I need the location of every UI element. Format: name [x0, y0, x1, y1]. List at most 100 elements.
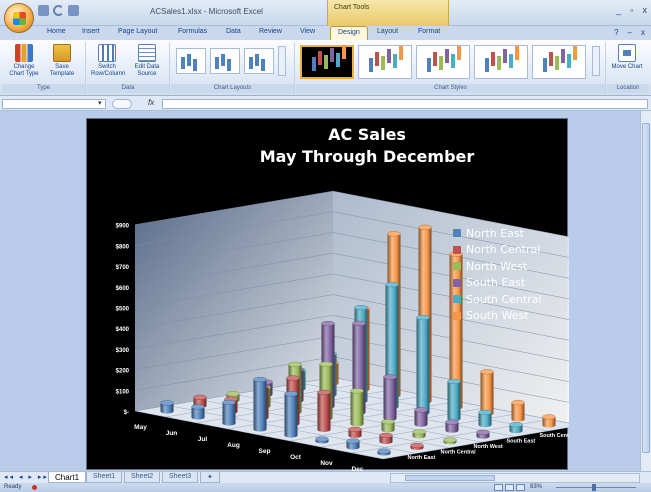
tab-insert[interactable]: Insert: [82, 28, 100, 35]
save-template-button[interactable]: Save Template: [46, 44, 78, 78]
column-north-east-dec: [377, 448, 391, 456]
sheet-tab-sheet3[interactable]: Sheet3: [162, 472, 199, 483]
legend-item[interactable]: North Central: [453, 242, 542, 259]
horizontal-scrollbar[interactable]: [390, 473, 640, 483]
tab-page-layout[interactable]: Page Layout: [118, 28, 157, 35]
vertical-scroll-thumb[interactable]: [642, 123, 650, 453]
tab-home[interactable]: Home: [47, 28, 66, 35]
legend-label: North Central: [466, 243, 541, 257]
chart-layouts-more-arrow-icon[interactable]: [278, 46, 286, 76]
vertical-scrollbar[interactable]: [640, 111, 651, 471]
y-tick-label: $100: [116, 389, 130, 395]
y-tick-label: $-: [124, 410, 129, 416]
change-chart-type-button[interactable]: Change Chart Type: [8, 44, 40, 78]
formula-input[interactable]: [162, 99, 648, 109]
zoom-slider-knob[interactable]: [592, 484, 596, 491]
ribbon-minimize-icon[interactable]: –: [628, 28, 632, 37]
tab-view[interactable]: View: [300, 28, 315, 35]
zoom-level[interactable]: 83%: [530, 484, 542, 490]
save-icon[interactable]: [38, 5, 49, 16]
chart-layout-3[interactable]: [244, 48, 274, 74]
switch-row-column-icon: [98, 44, 116, 62]
type-group-label: Type: [2, 84, 85, 93]
y-tick-label: $300: [116, 348, 130, 354]
sheet-tab-chart1[interactable]: Chart1: [48, 472, 87, 483]
sheet-nav-arrows-icon[interactable]: ◂◂ ◂ ▸ ▸▸: [4, 473, 49, 481]
legend-item[interactable]: South Central: [453, 291, 542, 308]
legend-swatch: [453, 262, 461, 271]
chart-style-1[interactable]: [300, 45, 354, 79]
column-south-central-sep: [416, 314, 430, 416]
page-break-view-icon[interactable]: [516, 484, 525, 491]
macro-record-icon[interactable]: [32, 485, 37, 490]
column-south-east-sep: [383, 374, 397, 421]
column-south-west-oct: [480, 369, 494, 416]
legend-swatch: [453, 278, 461, 287]
depth-axis-label: North West: [474, 444, 503, 450]
column-north-west-sep: [350, 388, 364, 427]
chart-title[interactable]: AC Sales: [257, 125, 477, 144]
chart-area[interactable]: $- $100 $200 $300 $400 $500 $600 $700 $800 $900 Ma…: [86, 118, 570, 471]
chart-layout-2[interactable]: [210, 48, 240, 74]
tab-format[interactable]: Format: [418, 28, 440, 35]
tab-review[interactable]: Review: [259, 28, 282, 35]
horizontal-scroll-thumb[interactable]: [405, 475, 495, 481]
page-layout-view-icon[interactable]: [505, 484, 514, 491]
legend-item[interactable]: South East: [453, 275, 542, 292]
tab-layout[interactable]: Layout: [377, 28, 398, 35]
chart-style-4[interactable]: [474, 45, 528, 79]
legend-item[interactable]: North East: [453, 225, 542, 242]
chart-subtitle[interactable]: May Through December: [257, 147, 477, 166]
tab-data[interactable]: Data: [226, 28, 241, 35]
location-group: Move Chart Location: [607, 42, 649, 94]
move-chart-button[interactable]: Move Chart: [611, 44, 643, 71]
x-tick-label: Oct: [290, 454, 302, 461]
y-tick-label: $700: [116, 265, 130, 271]
office-button[interactable]: [4, 3, 34, 33]
sheet-tab-sheet2[interactable]: Sheet2: [124, 472, 161, 483]
chart-layout-1[interactable]: [176, 48, 206, 74]
name-box[interactable]: [2, 99, 106, 109]
edit-data-source-button[interactable]: Edit Data Source: [131, 44, 163, 78]
formula-cancel-enter-area[interactable]: [112, 99, 132, 109]
legend-item[interactable]: North West: [453, 258, 542, 275]
restore-button[interactable]: ▫: [630, 5, 633, 15]
depth-axis-label: South Central: [540, 433, 570, 439]
ribbon: Change Chart Type Save Template Type Swi…: [0, 40, 651, 96]
zoom-slider[interactable]: [556, 487, 636, 488]
chart-layouts-group-label: Chart Layouts: [171, 84, 294, 93]
column-north-central-dec: [410, 442, 424, 451]
tab-design[interactable]: Design: [330, 26, 368, 40]
insert-sheet-icon[interactable]: ✦: [200, 472, 220, 483]
minimize-button[interactable]: _: [616, 5, 621, 15]
sheet-tab-sheet1[interactable]: Sheet1: [86, 472, 123, 483]
chart-style-5[interactable]: [532, 45, 586, 79]
ribbon-close-icon[interactable]: x: [641, 28, 645, 37]
legend-swatch: [453, 311, 461, 320]
y-tick-label: $400: [116, 327, 130, 333]
name-box-dropdown-icon[interactable]: ▾: [98, 99, 102, 107]
normal-view-icon[interactable]: [494, 484, 503, 491]
chart-style-3[interactable]: [416, 45, 470, 79]
undo-icon[interactable]: [53, 5, 64, 16]
insert-function-icon[interactable]: fx: [148, 98, 154, 107]
switch-row-column-button[interactable]: Switch Row/Column: [91, 44, 125, 78]
chart-styles-more-arrow-icon[interactable]: [592, 46, 600, 76]
change-chart-type-icon: [15, 44, 33, 62]
tab-formulas[interactable]: Formulas: [178, 28, 207, 35]
chart-legend[interactable]: North East North Central North West South E…: [453, 225, 542, 324]
legend-item[interactable]: South West: [453, 308, 542, 325]
column-north-east-nov: [346, 438, 360, 450]
redo-icon[interactable]: [68, 5, 79, 16]
formula-bar: ▾ fx: [0, 97, 651, 111]
help-icon[interactable]: ?: [614, 28, 618, 37]
legend-swatch: [453, 295, 461, 304]
close-button[interactable]: x: [643, 5, 648, 15]
legend-label: South Central: [466, 292, 542, 306]
sheet-tab-bar: ◂◂ ◂ ▸ ▸▸ Chart1 Sheet1 Sheet2 Sheet3 ✦: [0, 471, 651, 483]
status-bar: Ready 83%: [0, 483, 651, 492]
legend-swatch: [453, 229, 461, 238]
column-south-central-oct: [447, 378, 461, 422]
chart-style-2[interactable]: [358, 45, 412, 79]
x-tick-label: Aug: [227, 442, 240, 449]
